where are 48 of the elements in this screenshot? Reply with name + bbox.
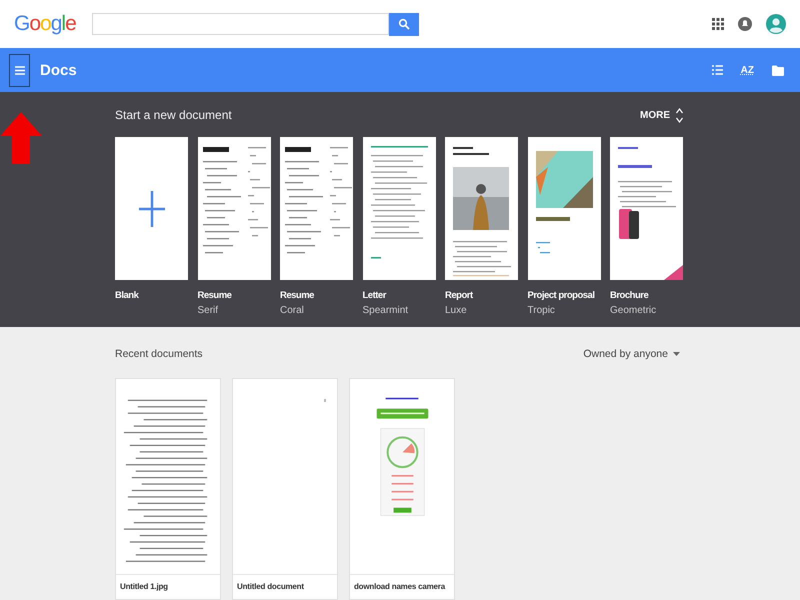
avatar-icon[interactable]: [766, 14, 786, 34]
template-thumbnail[interactable]: [528, 137, 600, 280]
document-card[interactable]: Untitled 1.jpg: [115, 378, 221, 600]
app-title: Docs: [40, 62, 77, 78]
template-style: Luxe: [445, 305, 468, 316]
template-thumbnail[interactable]: [115, 137, 188, 280]
folder-icon[interactable]: [772, 64, 784, 76]
document-name: download names camera: [353, 581, 446, 593]
template-thumbnail[interactable]: [198, 137, 270, 280]
template-name: Blank: [115, 289, 140, 302]
menu-icon: [14, 66, 24, 74]
document-card[interactable]: download names camera: [349, 378, 455, 600]
template-style: Coral: [280, 305, 305, 316]
more-button[interactable]: MORE: [640, 108, 683, 122]
template-style: Serif: [198, 305, 220, 316]
template-style: Geometric: [610, 305, 658, 316]
list-view-icon[interactable]: [712, 65, 723, 75]
template-thumbnail[interactable]: [280, 137, 353, 280]
template-name: Project proposal: [528, 289, 596, 302]
page-mark-icon: [324, 399, 328, 403]
template-thumbnail[interactable]: [610, 137, 683, 280]
template-name: Brochure: [610, 289, 650, 302]
search-icon: [398, 18, 410, 30]
sort-button[interactable]: AZ: [738, 64, 756, 76]
document-name: Untitled document: [236, 581, 305, 593]
search-field[interactable]: [92, 13, 389, 35]
section-title: Recent documents: [115, 348, 203, 360]
template-thumbnail[interactable]: [362, 137, 436, 280]
document-card[interactable]: Untitled document: [232, 378, 338, 600]
template-thumbnail[interactable]: [445, 137, 518, 280]
owner-dropdown[interactable]: Owned by anyone: [583, 348, 680, 360]
template-name: Letter: [362, 289, 388, 302]
template-style: Tropic: [528, 305, 556, 316]
apps-icon[interactable]: [712, 18, 724, 30]
plus-icon: [138, 190, 164, 226]
template-name: Resume: [198, 289, 232, 302]
section-title: Start a new document: [115, 108, 232, 122]
template-style: Spearmint: [362, 305, 410, 316]
menu-button[interactable]: [9, 54, 30, 86]
template-name: Report: [445, 289, 474, 302]
expand-icon: [676, 108, 683, 122]
arrow-drawing: [0, 112, 42, 164]
google-logo[interactable]: Google: [14, 11, 78, 37]
document-name: Untitled 1.jpg: [119, 581, 169, 593]
caret-icon: [673, 352, 680, 356]
notification-icon[interactable]: [738, 15, 752, 33]
template-name: Resume: [280, 289, 315, 302]
search-button[interactable]: [388, 12, 419, 36]
